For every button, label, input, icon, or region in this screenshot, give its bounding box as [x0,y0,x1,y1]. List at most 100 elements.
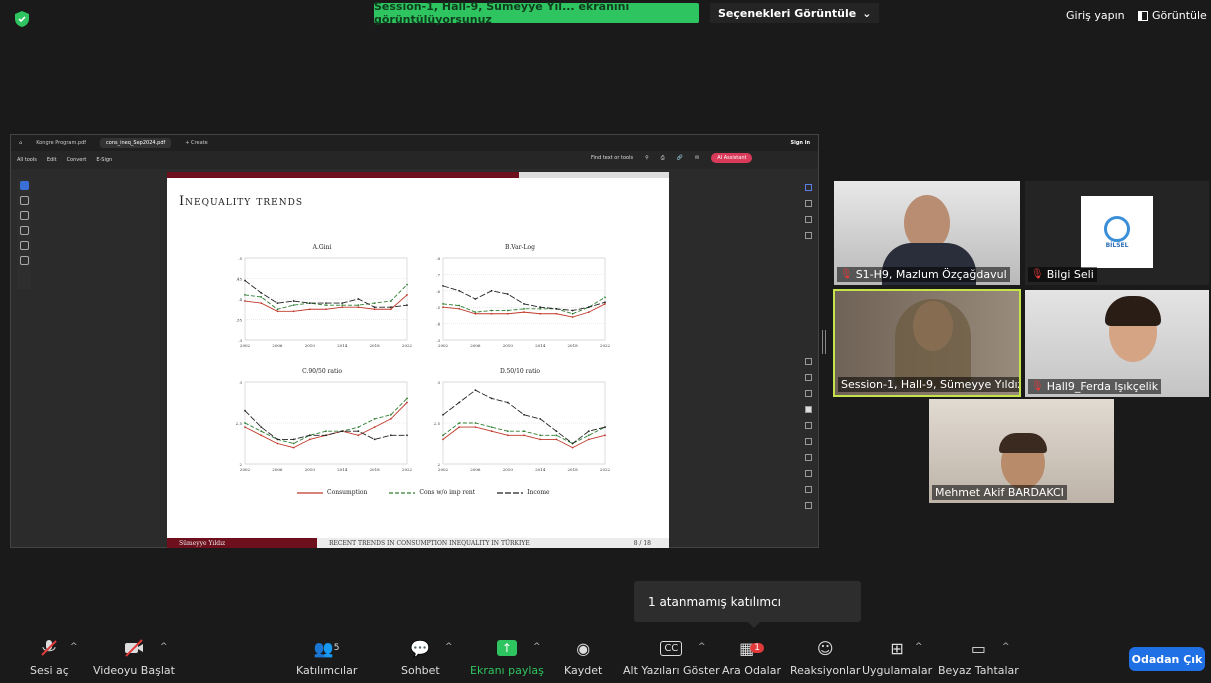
participants-count: 5 [333,643,340,653]
tab-create[interactable]: + Create [179,138,213,148]
zoom-in-icon[interactable] [804,486,812,493]
mail-icon[interactable]: ✉ [695,155,699,161]
menu-esign[interactable]: E-Sign [96,157,112,163]
audio-options-caret[interactable]: ^ [70,642,78,652]
participant-tile-active-speaker[interactable]: Session-1, Hall-9, Sümeyye Yıldız [833,289,1021,397]
participant-tile[interactable]: BİLSEL 🎙 Bilgi Seli [1025,181,1209,285]
video-options-caret[interactable]: ^ [160,642,168,652]
find-tools[interactable]: Find text or tools [591,155,633,161]
menu-convert[interactable]: Convert [67,157,87,163]
chat-button[interactable]: 💬 Sohbet [401,637,440,678]
y-tick-label: .8 [436,256,440,261]
rotate-icon[interactable] [804,470,812,477]
copy-icon[interactable] [804,232,812,239]
x-tick-label: 2014 [535,343,546,348]
data-point [539,418,542,420]
tab-cons-ineq[interactable]: cons_ineq_Sep2024.pdf [100,138,172,148]
footer-page-number: 8 / 18 [633,539,651,547]
page-view-icon[interactable] [804,390,812,397]
data-point [490,430,493,433]
link-icon[interactable]: 🔗 [677,155,683,161]
breakout-rooms-button[interactable]: ▦ 1 Ara Odalar [722,637,781,678]
data-point [244,300,246,302]
whiteboards-label: Beyaz Tahtalar [938,664,1019,677]
data-point [571,316,574,318]
chat-options-caret[interactable]: ^ [445,642,453,652]
expand-icon[interactable] [804,358,812,365]
captions-options-caret[interactable]: ^ [698,642,706,652]
stamp-tool-icon[interactable] [19,256,29,265]
data-point [406,283,408,286]
participant-name: Mehmet Akif BARDAKCI [932,485,1067,500]
legend-label: Income [527,489,550,496]
pdf-sign-in[interactable]: Sign in [791,140,810,146]
data-point [571,446,574,449]
apps-options-caret[interactable]: ^ [915,642,923,652]
participant-name-label: Hall9_Ferda Işıkçelik [1046,380,1159,393]
chevron-down-icon[interactable] [804,454,812,461]
comment-tool-icon[interactable] [19,196,29,205]
data-point [506,430,509,433]
participants-icon: 👥 5 [313,638,340,658]
participant-tile[interactable]: Mehmet Akif BARDAKCI [929,399,1114,503]
lasso-tool-icon[interactable] [19,226,29,235]
data-point [325,308,327,311]
unmute-button[interactable]: Sesi aç [30,637,69,677]
edit-icon[interactable] [804,184,812,191]
whiteboard-options-caret[interactable]: ^ [1002,642,1010,652]
thumbnail-icon[interactable] [804,406,812,413]
participant-name: Session-1, Hall-9, Sümeyye Yıldız [838,377,1019,392]
x-tick-label: 2010 [305,343,316,348]
data-point [555,434,558,437]
data-point [587,430,590,433]
menu-edit[interactable]: Edit [47,157,57,163]
comment-icon[interactable] [804,200,812,207]
view-button[interactable]: Görüntüle [1138,9,1207,22]
sign-in-link[interactable]: Giriş yapın [1066,9,1125,22]
tab-kongre-program[interactable]: Kongre Program.pdf [30,138,92,148]
participant-name: 🎙 Bilgi Seli [1028,267,1097,282]
search-icon[interactable]: ⚲ [645,155,649,161]
security-shield-icon[interactable] [14,10,30,28]
data-point [244,422,246,424]
data-point [555,312,558,315]
participant-tile[interactable]: 🎙 S1-H9, Mazlum Özçağdavul [834,181,1020,285]
zoom-out-icon[interactable] [804,502,812,509]
y-tick-label: .35 [236,318,243,323]
data-point [604,301,606,304]
legend-label: Consumption [327,489,368,496]
breakout-rooms-label: Ara Odalar [722,664,781,677]
data-point [474,422,477,424]
participants-button[interactable]: 👥 5 Katılımcılar [296,637,357,678]
participant-tile[interactable]: 🎙 Hall9_Ferda Işıkçelik [1025,290,1209,397]
apps-label: Uygulamalar [862,664,933,677]
pen-tool-icon[interactable] [19,211,29,220]
x-tick-label: 2022 [402,343,413,348]
x-tick-label: 2010 [503,343,514,348]
page-number-icon[interactable] [804,422,812,429]
leave-meeting-button[interactable]: Odadan Çık [1129,647,1205,671]
view-options-button[interactable]: Seçenekleri Görüntüle ⌄ [710,3,880,23]
chevron-up-icon[interactable] [804,438,812,445]
text-tool-icon[interactable] [19,241,29,250]
panel-resize-handle[interactable] [822,330,826,354]
data-point [604,434,606,437]
reactions-button[interactable]: ☺ Reaksiyonlar [790,637,860,678]
print-icon[interactable]: ⎙ [661,155,665,161]
data-point [406,397,408,400]
x-tick-label: 2018 [370,467,381,472]
smile-plus-icon: ☺ [816,638,834,658]
record-button[interactable]: ◉ Kaydet [564,637,602,678]
y-tick-label: .7 [436,272,440,277]
data-point [458,307,461,310]
fullscreen-icon[interactable] [804,374,812,381]
data-point [458,304,461,307]
chart-var-log: B.Var-Log .3.4.5.6.7.8 2002 2006 2010 2014 20… [425,244,615,354]
home-icon[interactable]: ⌂ [19,140,22,146]
data-point [308,308,311,311]
share-options-caret[interactable]: ^ [533,642,541,652]
ai-assistant-button[interactable]: AI Assistant [711,153,753,163]
select-tool-icon[interactable] [19,181,29,190]
menu-all-tools[interactable]: All tools [17,157,37,163]
export-icon[interactable] [804,216,812,223]
